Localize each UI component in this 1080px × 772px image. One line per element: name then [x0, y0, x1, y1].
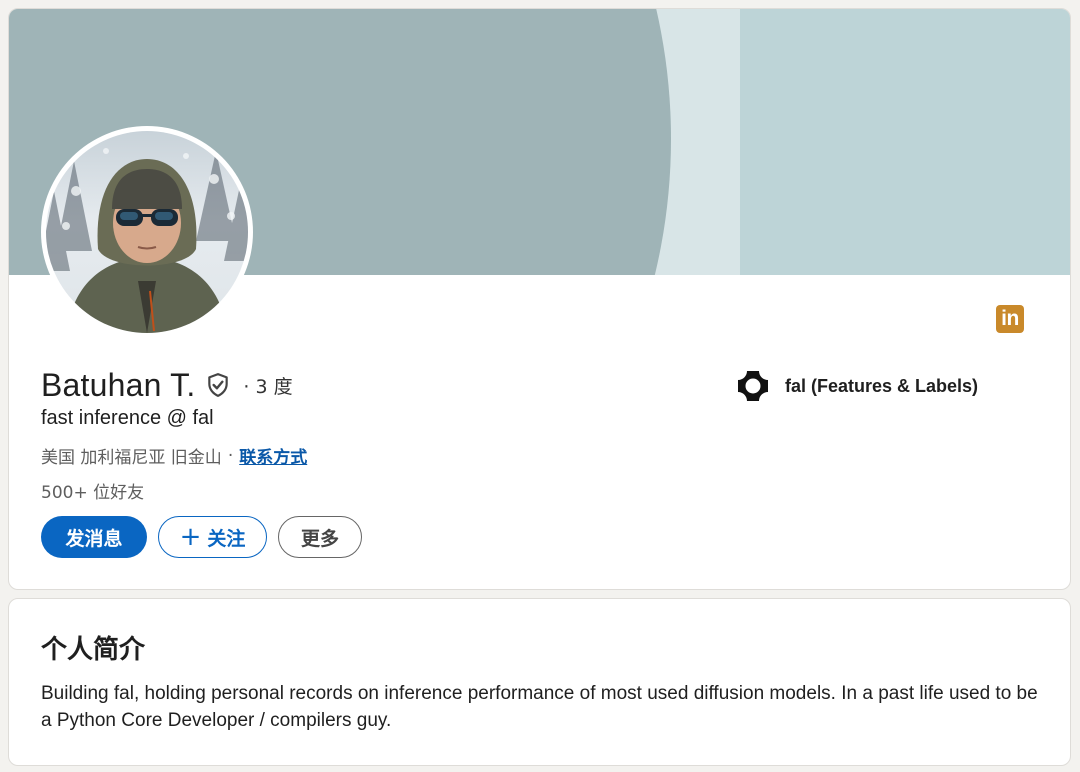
follow-button[interactable]: + 关注: [158, 516, 267, 558]
fal-logo-icon: [738, 371, 768, 401]
profile-card: in Batuhan T. · 3 度 fast inference @ fal…: [8, 8, 1071, 590]
avatar[interactable]: [41, 126, 253, 338]
banner-band: [740, 9, 1070, 275]
plus-icon: +: [179, 522, 202, 552]
avatar-illustration: [46, 148, 248, 333]
follow-button-label: 关注: [207, 527, 246, 550]
shield-check-icon[interactable]: [205, 372, 231, 398]
profile-name: Batuhan T.: [41, 366, 196, 403]
location-separator: ·: [227, 445, 234, 466]
name-row: Batuhan T. · 3 度: [41, 365, 293, 405]
about-title: 个人简介: [41, 635, 146, 665]
more-button-label: 更多: [300, 527, 339, 550]
profile-location: 美国 加利福尼亚 旧金山: [41, 448, 222, 468]
profile-actions: 发消息 + 关注 更多: [41, 516, 362, 558]
location-row: 美国 加利福尼亚 旧金山 · 联系方式: [41, 443, 307, 469]
connection-degree: · 3 度: [243, 375, 293, 398]
contact-info-link[interactable]: 联系方式: [239, 443, 307, 468]
message-button-label: 发消息: [65, 527, 123, 550]
about-text: Building fal, holding personal records o…: [41, 683, 1038, 731]
current-company[interactable]: fal (Features & Labels): [737, 370, 978, 402]
linkedin-icon[interactable]: in: [996, 305, 1024, 333]
company-name: fal (Features & Labels): [785, 375, 979, 396]
message-button[interactable]: 发消息: [41, 516, 147, 558]
profile-headline: fast inference @ fal: [41, 407, 214, 429]
more-button[interactable]: 更多: [278, 516, 362, 558]
connections-count[interactable]: 500+ 位好友: [41, 478, 144, 503]
avatar-photo[interactable]: [46, 131, 248, 333]
about-card: 个人简介 Building fal, holding personal reco…: [8, 598, 1071, 766]
